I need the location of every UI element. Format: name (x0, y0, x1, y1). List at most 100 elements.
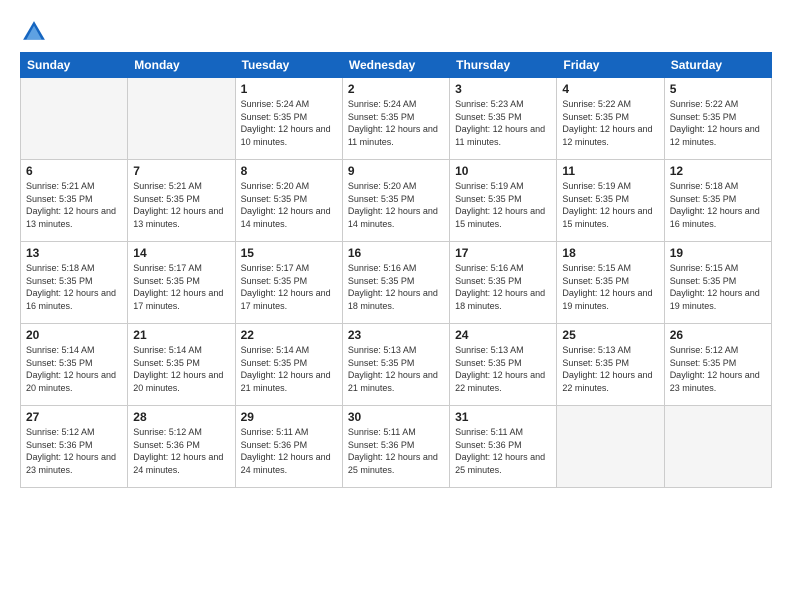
day-number: 12 (670, 164, 766, 178)
logo (20, 18, 52, 46)
calendar-cell: 31Sunrise: 5:11 AMSunset: 5:36 PMDayligh… (450, 406, 557, 488)
cell-info: Sunrise: 5:22 AMSunset: 5:35 PMDaylight:… (562, 98, 658, 148)
day-number: 13 (26, 246, 122, 260)
week-row-3: 13 Sunrise: 5:18 AMSunset: 5:35 PMDayligh… (21, 242, 772, 324)
calendar-cell: 22 Sunrise: 5:14 AMSunset: 5:35 PMDayligh… (235, 324, 342, 406)
calendar-cell: 4 Sunrise: 5:22 AMSunset: 5:35 PMDaylight… (557, 78, 664, 160)
day-number: 23 (348, 328, 444, 342)
cell-info: Sunrise: 5:18 AMSunset: 5:35 PMDaylight:… (670, 180, 766, 230)
day-number: 27 (26, 410, 122, 424)
calendar-cell: 8 Sunrise: 5:20 AMSunset: 5:35 PMDaylight… (235, 160, 342, 242)
calendar-table: SundayMondayTuesdayWednesdayThursdayFrid… (20, 52, 772, 488)
calendar-cell: 1 Sunrise: 5:24 AMSunset: 5:35 PMDaylight… (235, 78, 342, 160)
calendar-cell: 21 Sunrise: 5:14 AMSunset: 5:35 PMDayligh… (128, 324, 235, 406)
calendar-cell: 10 Sunrise: 5:19 AMSunset: 5:35 PMDayligh… (450, 160, 557, 242)
calendar-cell: 25 Sunrise: 5:13 AMSunset: 5:35 PMDayligh… (557, 324, 664, 406)
day-number: 29 (241, 410, 337, 424)
weekday-header-wednesday: Wednesday (342, 53, 449, 78)
cell-info: Sunrise: 5:16 AMSunset: 5:35 PMDaylight:… (455, 262, 551, 312)
weekday-header-saturday: Saturday (664, 53, 771, 78)
day-number: 26 (670, 328, 766, 342)
day-number: 21 (133, 328, 229, 342)
day-number: 2 (348, 82, 444, 96)
weekday-header-row: SundayMondayTuesdayWednesdayThursdayFrid… (21, 53, 772, 78)
cell-info: Sunrise: 5:11 AMSunset: 5:36 PMDaylight:… (241, 426, 337, 476)
day-number: 3 (455, 82, 551, 96)
cell-info: Sunrise: 5:14 AMSunset: 5:35 PMDaylight:… (241, 344, 337, 394)
day-number: 11 (562, 164, 658, 178)
calendar-cell: 17 Sunrise: 5:16 AMSunset: 5:35 PMDayligh… (450, 242, 557, 324)
calendar-cell: 30 Sunrise: 5:11 AMSunset: 5:36 PMDayligh… (342, 406, 449, 488)
cell-info: Sunrise: 5:14 AMSunset: 5:35 PMDaylight:… (26, 344, 122, 394)
day-number: 4 (562, 82, 658, 96)
calendar-cell: 24 Sunrise: 5:13 AMSunset: 5:35 PMDayligh… (450, 324, 557, 406)
weekday-header-tuesday: Tuesday (235, 53, 342, 78)
cell-info: Sunrise: 5:15 AMSunset: 5:35 PMDaylight:… (670, 262, 766, 312)
calendar-cell: 11Sunrise: 5:19 AMSunset: 5:35 PMDayligh… (557, 160, 664, 242)
calendar-cell (664, 406, 771, 488)
week-row-2: 6Sunrise: 5:21 AMSunset: 5:35 PMDaylight… (21, 160, 772, 242)
calendar-cell: 3 Sunrise: 5:23 AMSunset: 5:35 PMDaylight… (450, 78, 557, 160)
day-number: 1 (241, 82, 337, 96)
cell-info: Sunrise: 5:19 AMSunset: 5:35 PMDaylight:… (455, 180, 551, 230)
calendar-cell: 6Sunrise: 5:21 AMSunset: 5:35 PMDaylight… (21, 160, 128, 242)
day-number: 20 (26, 328, 122, 342)
day-number: 24 (455, 328, 551, 342)
day-number: 31 (455, 410, 551, 424)
cell-info: Sunrise: 5:22 AMSunset: 5:35 PMDaylight:… (670, 98, 766, 148)
cell-info: Sunrise: 5:12 AMSunset: 5:36 PMDaylight:… (26, 426, 122, 476)
week-row-5: 27 Sunrise: 5:12 AMSunset: 5:36 PMDayligh… (21, 406, 772, 488)
day-number: 17 (455, 246, 551, 260)
weekday-header-thursday: Thursday (450, 53, 557, 78)
calendar-cell: 18Sunrise: 5:15 AMSunset: 5:35 PMDayligh… (557, 242, 664, 324)
calendar-cell: 28Sunrise: 5:12 AMSunset: 5:36 PMDayligh… (128, 406, 235, 488)
weekday-header-monday: Monday (128, 53, 235, 78)
day-number: 9 (348, 164, 444, 178)
logo-icon (20, 18, 48, 46)
header-row (20, 18, 772, 46)
day-number: 5 (670, 82, 766, 96)
cell-info: Sunrise: 5:14 AMSunset: 5:35 PMDaylight:… (133, 344, 229, 394)
calendar-cell: 12 Sunrise: 5:18 AMSunset: 5:35 PMDayligh… (664, 160, 771, 242)
calendar-cell (128, 78, 235, 160)
cell-info: Sunrise: 5:12 AMSunset: 5:35 PMDaylight:… (670, 344, 766, 394)
calendar-cell: 26 Sunrise: 5:12 AMSunset: 5:35 PMDayligh… (664, 324, 771, 406)
day-number: 22 (241, 328, 337, 342)
day-number: 8 (241, 164, 337, 178)
calendar-cell: 2 Sunrise: 5:24 AMSunset: 5:35 PMDaylight… (342, 78, 449, 160)
cell-info: Sunrise: 5:24 AMSunset: 5:35 PMDaylight:… (241, 98, 337, 148)
calendar-cell: 5 Sunrise: 5:22 AMSunset: 5:35 PMDaylight… (664, 78, 771, 160)
day-number: 18 (562, 246, 658, 260)
day-number: 7 (133, 164, 229, 178)
cell-info: Sunrise: 5:21 AMSunset: 5:35 PMDaylight:… (133, 180, 229, 230)
calendar-cell (21, 78, 128, 160)
cell-info: Sunrise: 5:13 AMSunset: 5:35 PMDaylight:… (455, 344, 551, 394)
day-number: 30 (348, 410, 444, 424)
cell-info: Sunrise: 5:20 AMSunset: 5:35 PMDaylight:… (241, 180, 337, 230)
day-number: 25 (562, 328, 658, 342)
day-number: 15 (241, 246, 337, 260)
day-number: 10 (455, 164, 551, 178)
week-row-1: 1 Sunrise: 5:24 AMSunset: 5:35 PMDaylight… (21, 78, 772, 160)
cell-info: Sunrise: 5:16 AMSunset: 5:35 PMDaylight:… (348, 262, 444, 312)
cell-info: Sunrise: 5:17 AMSunset: 5:35 PMDaylight:… (133, 262, 229, 312)
week-row-4: 20 Sunrise: 5:14 AMSunset: 5:35 PMDayligh… (21, 324, 772, 406)
cell-info: Sunrise: 5:11 AMSunset: 5:36 PMDaylight:… (348, 426, 444, 476)
calendar-cell: 14Sunrise: 5:17 AMSunset: 5:35 PMDayligh… (128, 242, 235, 324)
day-number: 28 (133, 410, 229, 424)
cell-info: Sunrise: 5:13 AMSunset: 5:35 PMDaylight:… (562, 344, 658, 394)
weekday-header-sunday: Sunday (21, 53, 128, 78)
main-container: SundayMondayTuesdayWednesdayThursdayFrid… (0, 0, 792, 498)
calendar-cell: 27 Sunrise: 5:12 AMSunset: 5:36 PMDayligh… (21, 406, 128, 488)
calendar-cell: 7 Sunrise: 5:21 AMSunset: 5:35 PMDaylight… (128, 160, 235, 242)
cell-info: Sunrise: 5:18 AMSunset: 5:35 PMDaylight:… (26, 262, 122, 312)
calendar-cell: 15 Sunrise: 5:17 AMSunset: 5:35 PMDayligh… (235, 242, 342, 324)
calendar-cell: 20 Sunrise: 5:14 AMSunset: 5:35 PMDayligh… (21, 324, 128, 406)
cell-info: Sunrise: 5:17 AMSunset: 5:35 PMDaylight:… (241, 262, 337, 312)
calendar-cell: 9Sunrise: 5:20 AMSunset: 5:35 PMDaylight… (342, 160, 449, 242)
calendar-cell: 16 Sunrise: 5:16 AMSunset: 5:35 PMDayligh… (342, 242, 449, 324)
cell-info: Sunrise: 5:23 AMSunset: 5:35 PMDaylight:… (455, 98, 551, 148)
day-number: 19 (670, 246, 766, 260)
day-number: 16 (348, 246, 444, 260)
cell-info: Sunrise: 5:24 AMSunset: 5:35 PMDaylight:… (348, 98, 444, 148)
